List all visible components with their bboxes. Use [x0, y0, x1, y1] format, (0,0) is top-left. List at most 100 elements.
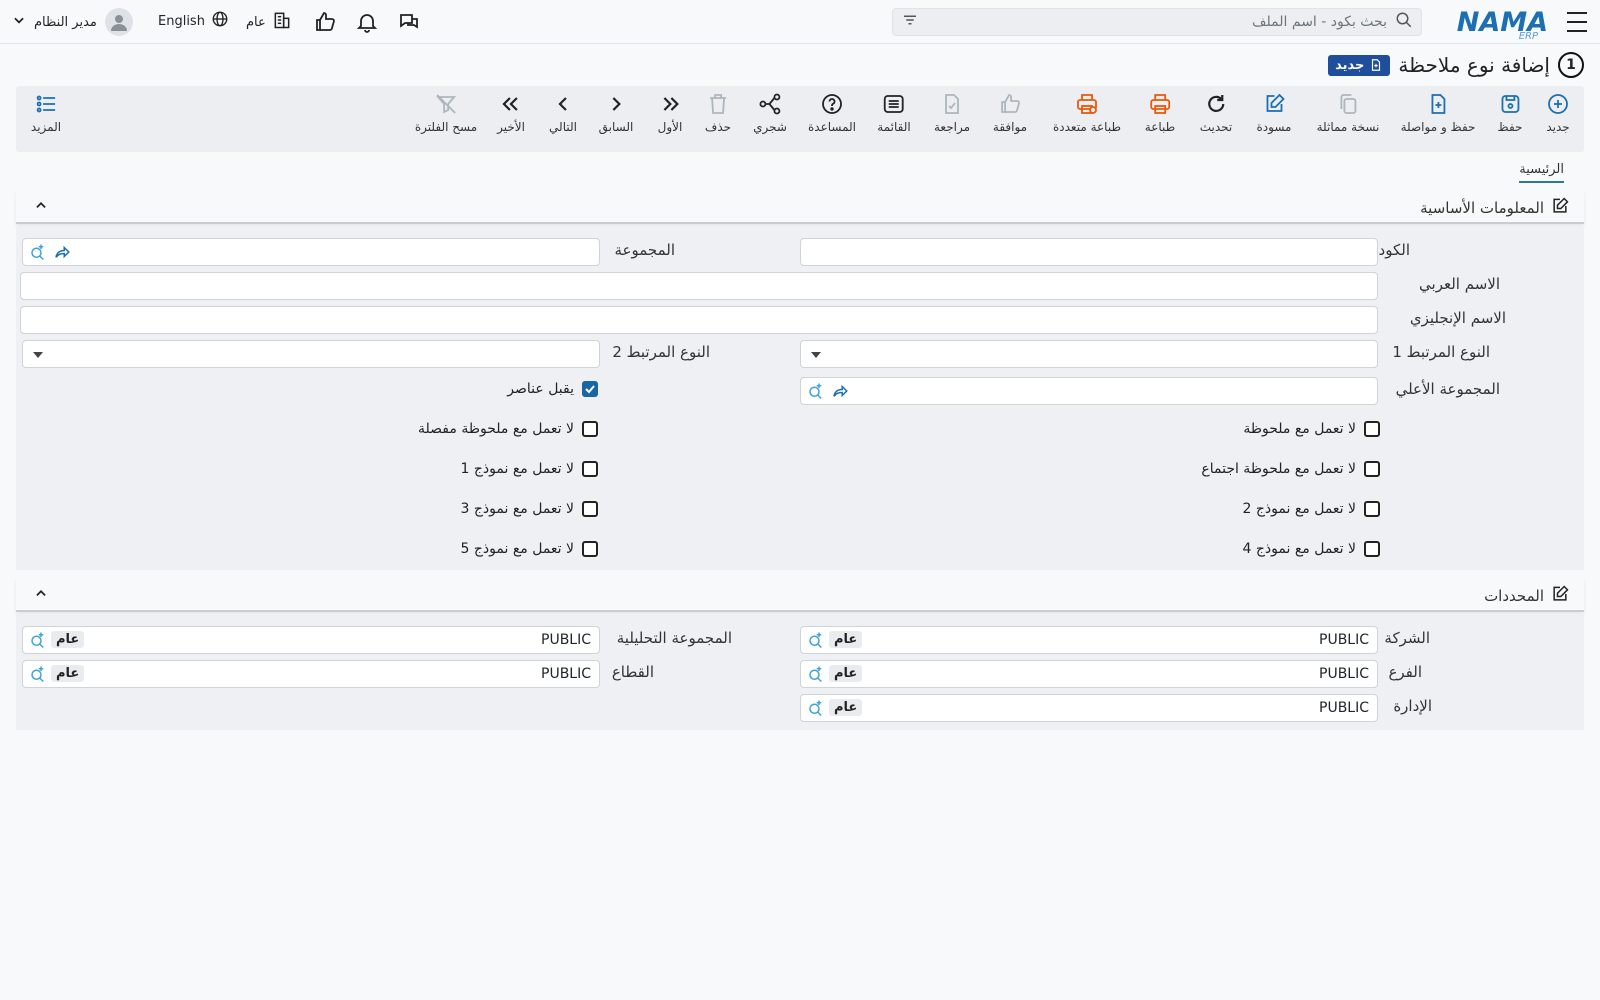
search-plus-icon[interactable] — [29, 243, 47, 265]
refresh-icon — [1207, 95, 1225, 112]
list-details-icon — [36, 95, 55, 113]
analytic-group-input[interactable]: PUBLIC عام — [22, 626, 600, 654]
search-placeholder: بحث بكود - اسم الملف — [1252, 14, 1387, 30]
language-selector[interactable]: English — [158, 10, 229, 32]
accepts-items-checkbox[interactable]: يقبل عناصر — [507, 381, 598, 397]
more-button[interactable]: المزيد — [31, 92, 61, 134]
parent-group-input[interactable] — [800, 377, 1378, 405]
edit-icon — [1550, 196, 1570, 220]
sector-label: القطاع — [611, 663, 654, 681]
logo[interactable]: NAMA ERP — [1457, 4, 1548, 43]
basic-info-header[interactable]: المعلومات الأساسية — [16, 190, 1584, 224]
related-type-1-select[interactable] — [800, 340, 1378, 368]
chevron-left-icon — [558, 97, 567, 111]
department-input[interactable]: PUBLIC عام — [800, 694, 1378, 722]
not-with-form4-checkbox[interactable]: لا تعمل مع نموذج 4 — [1243, 541, 1380, 557]
share-icon[interactable] — [831, 382, 849, 404]
list-button[interactable]: القائمة — [877, 92, 911, 134]
search-plus-icon[interactable] — [29, 665, 47, 687]
arabic-name-label: الاسم العربي — [1419, 275, 1500, 293]
menu-icon[interactable] — [1566, 12, 1588, 32]
group-input[interactable] — [22, 238, 600, 266]
duplicate-button[interactable]: نسخة مماثلة — [1317, 92, 1379, 134]
top-bar: NAMA ERP بحث بكود - اسم الملف عام Englis… — [0, 0, 1600, 44]
previous-button[interactable]: السابق — [599, 92, 633, 134]
approve-button[interactable]: موافقة — [993, 92, 1027, 134]
draft-button[interactable]: مسودة — [1257, 92, 1291, 134]
review-button[interactable]: مراجعة — [934, 92, 970, 134]
not-with-detailed-note-checkbox[interactable]: لا تعمل مع ملحوظة مفصلة — [418, 421, 598, 437]
avatar — [104, 8, 133, 36]
company-label: عام — [246, 14, 266, 30]
search-plus-icon[interactable] — [807, 699, 825, 721]
branch-tag: عام — [829, 665, 863, 682]
share-icon[interactable] — [53, 243, 71, 265]
thumbs-up-icon[interactable] — [312, 9, 338, 35]
not-with-form2-checkbox[interactable]: لا تعمل مع نموذج 2 — [1243, 501, 1380, 517]
copy-icon — [1340, 94, 1356, 114]
related-type-1-label: النوع المرتبط 1 — [1392, 343, 1490, 361]
new-button[interactable]: جديد — [1546, 92, 1570, 134]
search-plus-icon[interactable] — [807, 631, 825, 653]
clear-filter-button[interactable]: مسح الفلترة — [415, 92, 477, 134]
code-input[interactable] — [800, 238, 1378, 266]
search-plus-icon[interactable] — [807, 665, 825, 687]
save-continue-button[interactable]: حفظ و مواصلة — [1401, 92, 1475, 134]
not-with-form1-checkbox[interactable]: لا تعمل مع نموذج 1 — [461, 461, 598, 477]
globe-icon — [211, 10, 229, 32]
pencil-square-icon — [1266, 93, 1285, 112]
basic-info-body: الكود المجموعة الاسم العربي الاسم الإنجل… — [16, 226, 1584, 570]
checkbox-checked[interactable] — [582, 381, 598, 397]
arabic-name-input[interactable] — [20, 272, 1378, 300]
chevron-up-icon[interactable] — [34, 198, 48, 216]
search-plus-icon[interactable] — [29, 631, 47, 653]
filter-icon[interactable] — [901, 11, 919, 33]
toolbar: جديد حفظ حفظ و مواصلة نسخة مماثلة مسودة … — [16, 86, 1584, 152]
caret-down-icon — [33, 352, 43, 358]
list-icon — [884, 95, 904, 113]
english-name-label: الاسم الإنجليزي — [1409, 309, 1506, 327]
last-button[interactable]: الأخير — [497, 92, 525, 134]
company-tag: عام — [829, 631, 863, 648]
search-input[interactable]: بحث بكود - اسم الملف — [892, 8, 1422, 36]
first-button[interactable]: الأول — [658, 92, 682, 134]
not-with-form3-checkbox[interactable]: لا تعمل مع نموذج 3 — [461, 501, 598, 517]
analytic-group-label: المجموعة التحليلية — [616, 629, 732, 647]
page-header: 1 إضافة نوع ملاحظة جديد — [1328, 50, 1584, 80]
related-type-2-select[interactable] — [22, 340, 600, 368]
search-plus-icon[interactable] — [807, 382, 825, 404]
company-label: الشركة — [1384, 629, 1430, 647]
refresh-button[interactable]: تحديث — [1200, 92, 1232, 134]
not-with-note-checkbox[interactable]: لا تعمل مع ملحوظة — [1243, 421, 1380, 437]
company-selector[interactable]: عام — [246, 10, 292, 34]
plus-circle-icon — [1548, 94, 1568, 114]
print-button[interactable]: طباعة — [1145, 92, 1175, 134]
not-with-form5-checkbox[interactable]: لا تعمل مع نموذج 5 — [461, 541, 598, 557]
help-button[interactable]: المساعدة — [808, 92, 856, 134]
page-title: إضافة نوع ملاحظة — [1398, 53, 1550, 77]
user-menu[interactable]: مدير النظام — [12, 8, 133, 36]
edit-icon — [1550, 584, 1570, 608]
english-name-input[interactable] — [20, 306, 1378, 334]
sector-input[interactable]: PUBLIC عام — [22, 660, 600, 688]
status-badge: جديد — [1328, 54, 1391, 76]
tree-button[interactable]: شجري — [753, 92, 787, 134]
chevron-up-icon[interactable] — [34, 586, 48, 604]
multi-print-button[interactable]: طباعة متعددة — [1053, 92, 1121, 134]
not-with-meeting-note-checkbox[interactable]: لا تعمل مع ملحوظة اجتماع — [1201, 461, 1380, 477]
chevron-right-icon — [612, 97, 621, 111]
chevron-down-icon — [12, 13, 26, 31]
company-input[interactable]: PUBLIC عام — [800, 626, 1378, 654]
tree-icon — [759, 93, 781, 115]
dimensions-header[interactable]: المحددات — [16, 578, 1584, 612]
save-button[interactable]: حفظ — [1498, 92, 1522, 134]
delete-button[interactable]: حذف — [705, 92, 731, 134]
chat-icon[interactable] — [396, 9, 422, 35]
tab-main[interactable]: الرئيسية — [1519, 162, 1564, 183]
status-badge-label: جديد — [1335, 57, 1365, 73]
building-icon — [272, 10, 292, 34]
branch-input[interactable]: PUBLIC عام — [800, 660, 1378, 688]
bell-icon[interactable] — [354, 9, 380, 35]
printer-icon — [1150, 94, 1170, 114]
next-button[interactable]: التالي — [549, 92, 577, 134]
